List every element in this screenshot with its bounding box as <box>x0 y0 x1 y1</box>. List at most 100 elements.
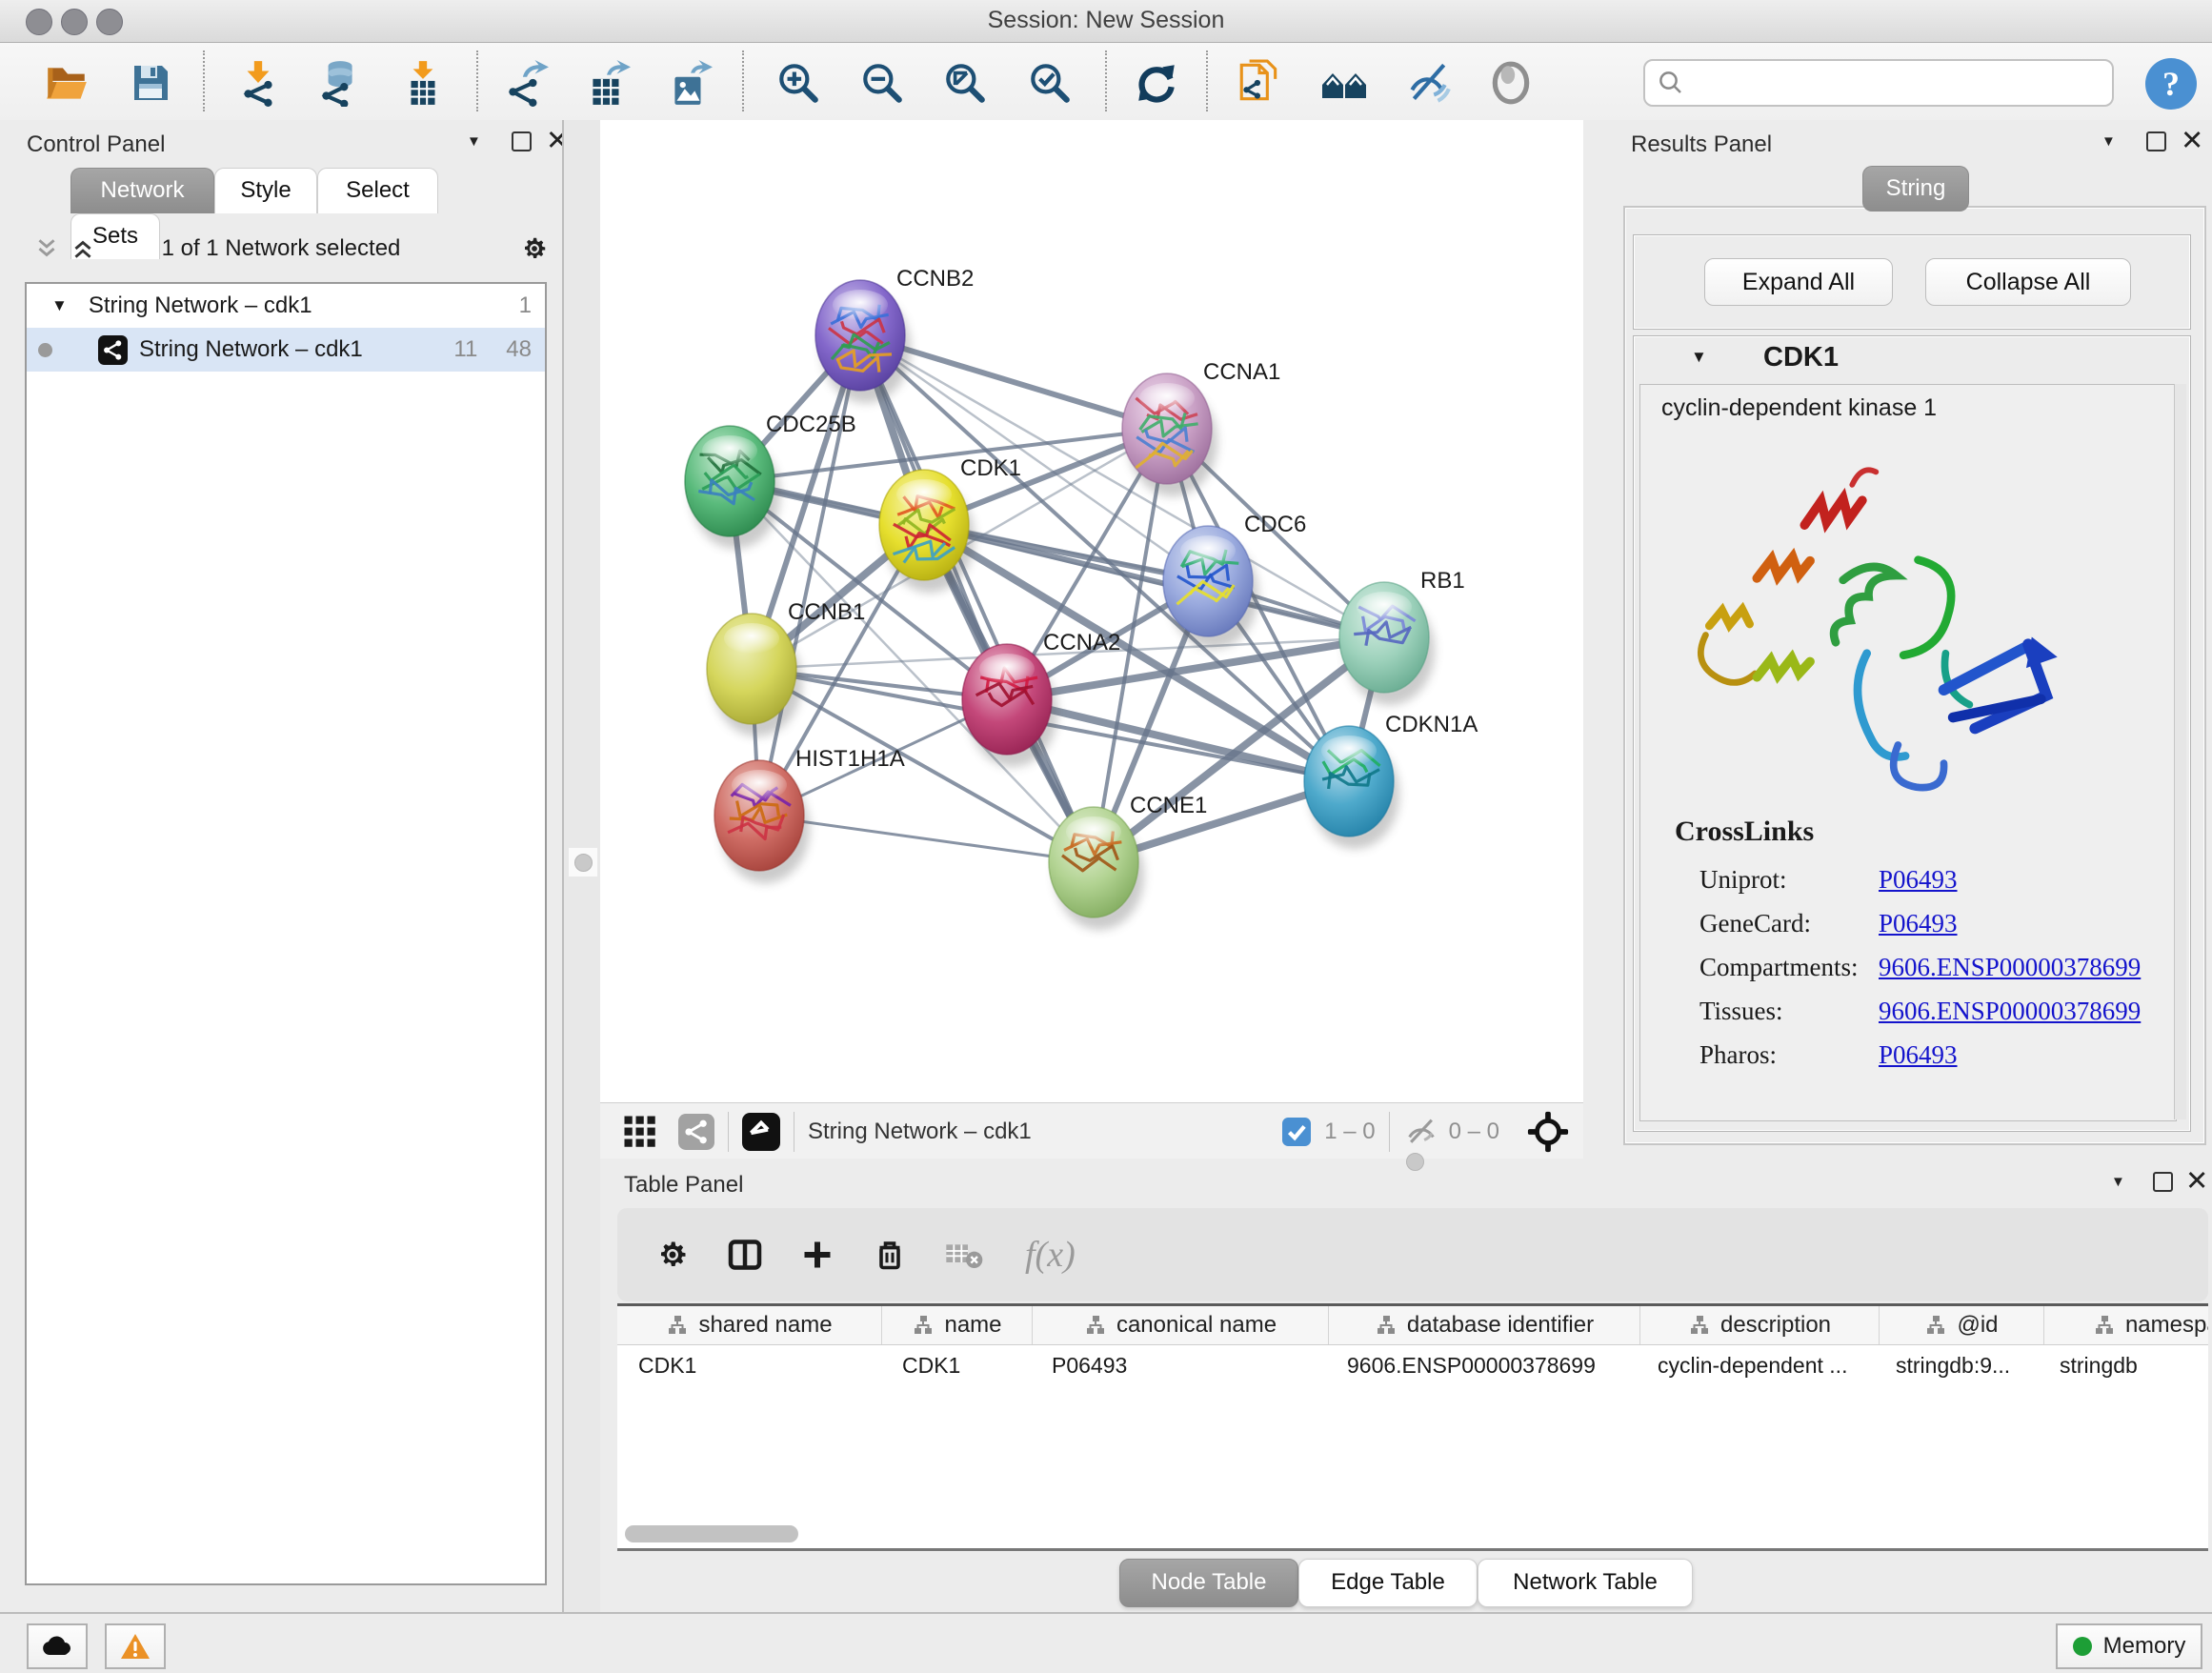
table-panel-close-icon[interactable]: ✕ <box>2185 1172 2208 1191</box>
help-button[interactable]: ? <box>2145 58 2197 110</box>
birds-eye-view-icon[interactable] <box>742 1113 780 1151</box>
save-session-button[interactable] <box>126 58 175 108</box>
crosslink-link[interactable]: P06493 <box>1879 865 1958 895</box>
column-header--id[interactable]: @id <box>1880 1306 2044 1344</box>
network-view-mode-icon[interactable] <box>678 1114 714 1150</box>
node-table[interactable]: shared name namecanonical namedatabase id… <box>617 1303 2208 1551</box>
table-options-gear-icon[interactable] <box>655 1238 690 1272</box>
export-image-button[interactable] <box>664 58 714 108</box>
results-panel-menu-icon[interactable]: ▼ <box>2101 133 2116 150</box>
manage-networks-icon <box>1236 59 1283 107</box>
node-CCNB2[interactable]: CCNB2 <box>815 266 974 403</box>
toolbar-separator <box>1105 50 1107 111</box>
table-panel-float-icon[interactable] <box>2153 1172 2173 1192</box>
crosslink-link[interactable]: 9606.ENSP00000378699 <box>1879 997 2141 1026</box>
pan-crosshair-icon[interactable] <box>1526 1110 1570 1154</box>
node-CCNA2[interactable]: CCNA2 <box>962 630 1120 767</box>
crosslink-link[interactable]: P06493 <box>1879 909 1958 938</box>
control-panel-menu-icon[interactable]: ▼ <box>467 133 481 150</box>
open-session-button[interactable] <box>42 58 91 108</box>
column-header-canonical-name[interactable]: canonical name <box>1033 1306 1329 1344</box>
tab-string[interactable]: String <box>1862 166 1969 212</box>
zoom-in-button[interactable] <box>774 58 823 108</box>
results-panel-float-icon[interactable] <box>2146 131 2166 151</box>
network-canvas[interactable]: CCNB2CCNA1CDC25BCDK1CDC6RB1CCNB1CCNA2CDK… <box>600 120 1583 1102</box>
tab-edge-table[interactable]: Edge Table <box>1298 1559 1478 1607</box>
edge-CCNB2-CCNE1[interactable] <box>860 335 1094 862</box>
export-table-button[interactable] <box>582 58 632 108</box>
tab-network[interactable]: Network <box>70 168 214 213</box>
node-CCNA1[interactable]: CCNA1 <box>1122 359 1280 496</box>
search-input[interactable] <box>1691 70 2112 96</box>
delete-table-icon <box>945 1240 983 1270</box>
table-cell[interactable]: cyclin-dependent ... <box>1637 1345 1875 1385</box>
import-network-file-button[interactable] <box>233 58 283 108</box>
manage-networks-button[interactable] <box>1235 58 1284 108</box>
delete-column-icon[interactable] <box>873 1238 907 1272</box>
import-table-file-button[interactable] <box>398 58 448 108</box>
network-collection-row[interactable]: ▼ String Network – cdk1 1 <box>27 284 545 328</box>
table-cell[interactable]: CDK1 <box>617 1345 881 1385</box>
warning-button[interactable] <box>105 1623 166 1669</box>
add-column-icon[interactable] <box>800 1238 835 1272</box>
export-network-button[interactable] <box>500 58 550 108</box>
crosslink-row: Uniprot:P06493 <box>1699 857 2157 901</box>
column-header-database-identifier[interactable]: database identifier <box>1329 1306 1640 1344</box>
zoom-fit-button[interactable] <box>940 58 990 108</box>
column-header-shared-name[interactable]: shared name <box>617 1306 882 1344</box>
node-CCNE1[interactable]: CCNE1 <box>1049 793 1207 930</box>
show-columns-icon[interactable] <box>728 1238 762 1272</box>
grid-view-icon[interactable] <box>623 1115 657 1149</box>
table-cell[interactable]: CDK1 <box>881 1345 1031 1385</box>
table-row[interactable]: CDK1CDK1P064939606.ENSP00000378699cyclin… <box>617 1345 2208 1385</box>
string-home-button[interactable] <box>1319 58 1369 108</box>
zoom-selected-button[interactable] <box>1025 58 1075 108</box>
horizontal-splitter-handle[interactable] <box>1402 1151 1427 1172</box>
node-CDKN1A[interactable]: CDKN1A <box>1304 712 1478 849</box>
table-cell[interactable]: stringdb <box>2039 1345 2208 1385</box>
edge-CCNB2-HIST1H1A[interactable] <box>759 335 860 816</box>
column-header-description[interactable]: description <box>1640 1306 1880 1344</box>
gene-expander-icon[interactable]: ▼ <box>1691 348 1707 367</box>
protein-structure-image <box>1669 438 2145 810</box>
left-splitter[interactable] <box>562 120 602 1612</box>
hide-graphics-button[interactable] <box>1403 58 1453 108</box>
network-graph[interactable]: CCNB2CCNA1CDC25BCDK1CDC6RB1CCNB1CCNA2CDK… <box>600 120 1583 1102</box>
results-panel-close-icon[interactable]: ✕ <box>2181 131 2203 151</box>
refresh-button[interactable] <box>1132 58 1181 108</box>
tab-network-table[interactable]: Network Table <box>1478 1559 1693 1607</box>
table-panel-menu-icon[interactable]: ▼ <box>2111 1174 2125 1190</box>
control-panel-float-icon[interactable] <box>512 131 532 151</box>
network-row[interactable]: String Network – cdk1 11 48 <box>27 328 545 372</box>
cloud-button[interactable] <box>27 1623 88 1669</box>
network-options-gear-icon[interactable] <box>520 234 549 263</box>
tab-node-table[interactable]: Node Table <box>1119 1559 1298 1607</box>
export-table-icon <box>583 59 631 107</box>
crosslink-link[interactable]: P06493 <box>1879 1040 1958 1070</box>
column-header-namespace[interactable]: namespace <box>2044 1306 2208 1344</box>
crosslink-link[interactable]: 9606.ENSP00000378699 <box>1879 953 2141 982</box>
column-header-name[interactable]: name <box>882 1306 1033 1344</box>
node-HIST1H1A[interactable]: HIST1H1A <box>714 746 905 883</box>
network-selection-bar: 1 of 1 Network selected <box>0 227 562 272</box>
table-cell[interactable]: stringdb:9... <box>1875 1345 2039 1385</box>
tab-select[interactable]: Select <box>317 168 438 213</box>
memory-button[interactable]: Memory <box>2056 1623 2202 1669</box>
crosslink-row: GeneCard:P06493 <box>1699 901 2157 945</box>
table-cell[interactable]: 9606.ENSP00000378699 <box>1326 1345 1637 1385</box>
table-cell[interactable]: P06493 <box>1031 1345 1326 1385</box>
import-network-database-button[interactable] <box>313 58 363 108</box>
tab-style[interactable]: Style <box>214 168 317 213</box>
collapse-all-button[interactable]: Collapse All <box>1925 258 2131 306</box>
results-scrollbar[interactable] <box>2174 384 2186 1119</box>
tree-expander-icon[interactable]: ▼ <box>51 296 68 315</box>
expand-all-button[interactable]: Expand All <box>1704 258 1893 306</box>
show-graphics-button[interactable] <box>1486 58 1536 108</box>
node-RB1[interactable]: RB1 <box>1339 568 1465 705</box>
zoom-out-button[interactable] <box>857 58 907 108</box>
import-network-file-icon <box>234 59 282 107</box>
table-hscrollbar-thumb[interactable] <box>625 1525 798 1542</box>
left-splitter-handle[interactable] <box>569 848 597 877</box>
selected-checkbox-icon[interactable] <box>1282 1118 1311 1146</box>
column-label: shared name <box>698 1312 832 1339</box>
